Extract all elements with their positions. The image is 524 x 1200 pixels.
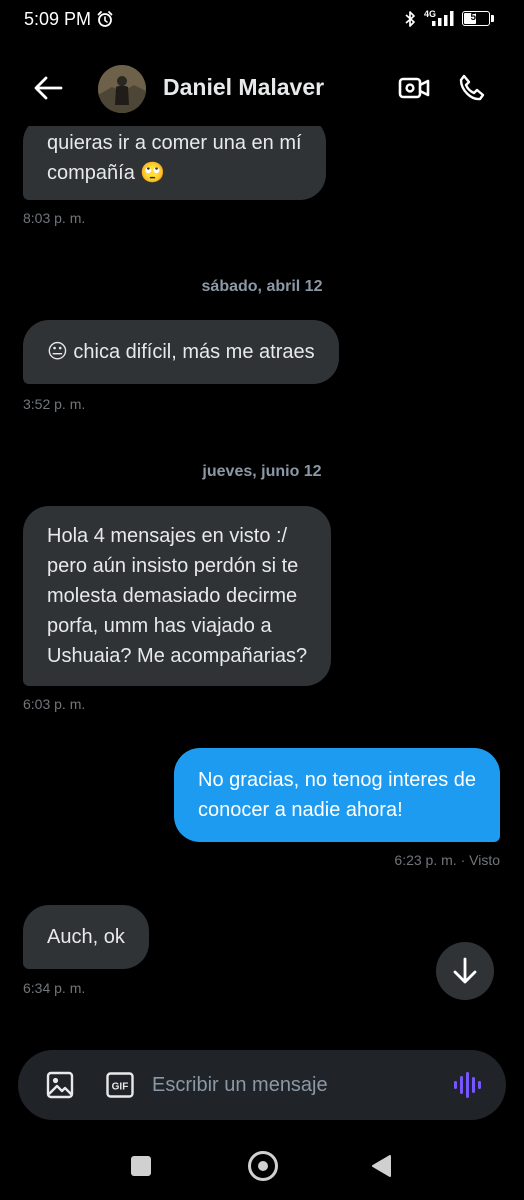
contact-name[interactable]: Daniel Malaver (163, 74, 324, 101)
message-timestamp: 8:03 p. m. (23, 210, 86, 226)
message-composer: GIF (18, 1050, 506, 1120)
recents-button[interactable] (131, 1156, 151, 1176)
message-text-line: porfa, umm has viajado a (47, 615, 272, 637)
gif-icon: GIF (106, 1072, 134, 1098)
home-dot (258, 1161, 268, 1171)
message-timestamp: 6:34 p. m. (23, 980, 86, 996)
gif-label: GIF (112, 1082, 129, 1093)
add-image-button[interactable] (46, 1071, 74, 1099)
message-timestamp: 3:52 p. m. (23, 396, 86, 412)
date-separator: jueves, junio 12 (202, 463, 322, 480)
message-thread[interactable]: quieras ir a comer una en mí compañía 🙄 … (0, 126, 524, 1026)
message-text-line: No gracias, no tenog interes de (198, 769, 476, 791)
phone-icon (459, 74, 485, 101)
conversation-header: Daniel Malaver (0, 50, 524, 126)
message-text-line: conocer a nadie ahora! (198, 799, 403, 821)
status-time: 5:09 PM (24, 9, 92, 29)
message-text-line: 😐 chica difícil, más me atraes (47, 341, 315, 363)
scroll-to-bottom-button[interactable] (436, 942, 494, 1000)
system-back-button[interactable] (370, 1154, 392, 1183)
video-camera-icon (398, 77, 430, 99)
voice-wave-icon (454, 1072, 481, 1098)
battery-indicator: 53 (462, 11, 490, 26)
message-text-line: Ushuaia? Me acompañarias? (47, 645, 308, 667)
message-bubble-sent[interactable]: No gracias, no tenog interes de conocer … (174, 748, 500, 842)
arrow-left-icon (34, 76, 63, 100)
alarm-clock-icon (96, 10, 114, 33)
video-call-button[interactable] (396, 72, 432, 104)
message-bubble[interactable]: 😐 chica difícil, más me atraes (23, 320, 339, 384)
voice-message-button[interactable] (452, 1070, 484, 1100)
message-text-line: molesta demasiado decirme (47, 585, 298, 607)
date-separator: sábado, abril 12 (201, 278, 323, 295)
system-navigation-bar (0, 1130, 524, 1200)
battery-level: 53 (470, 12, 482, 23)
image-icon (46, 1071, 74, 1099)
arrow-down-icon (453, 957, 477, 984)
avatar-photo (98, 65, 146, 113)
home-button[interactable] (248, 1151, 278, 1181)
message-timestamp: 6:03 p. m. (23, 696, 86, 712)
bluetooth-icon (404, 10, 416, 33)
message-text-line: compañía 🙄 (47, 162, 166, 184)
avatar[interactable] (98, 65, 146, 113)
battery-tip (491, 15, 494, 22)
message-bubble[interactable]: Auch, ok (23, 905, 149, 969)
message-text-line: pero aún insisto perdón si te (47, 555, 299, 577)
status-bar: 5:09 PM 4G 53 (0, 0, 524, 40)
message-bubble[interactable]: Hola 4 mensajes en visto :/ pero aún ins… (23, 506, 332, 686)
message-text-line: Auch, ok (47, 926, 125, 948)
message-bubble[interactable]: quieras ir a comer una en mí compañía 🙄 (23, 126, 326, 200)
message-timestamp-seen: 6:23 p. m. · Visto (394, 852, 500, 868)
triangle-back-icon (372, 1155, 391, 1177)
gif-button[interactable]: GIF (106, 1072, 134, 1098)
message-input[interactable] (152, 1066, 432, 1104)
back-button[interactable] (30, 72, 66, 104)
call-button[interactable] (454, 70, 490, 106)
message-text-line: quieras ir a comer una en mí (47, 132, 302, 154)
message-text-line: Hola 4 mensajes en visto :/ (47, 525, 288, 547)
signal-icon (432, 11, 456, 31)
